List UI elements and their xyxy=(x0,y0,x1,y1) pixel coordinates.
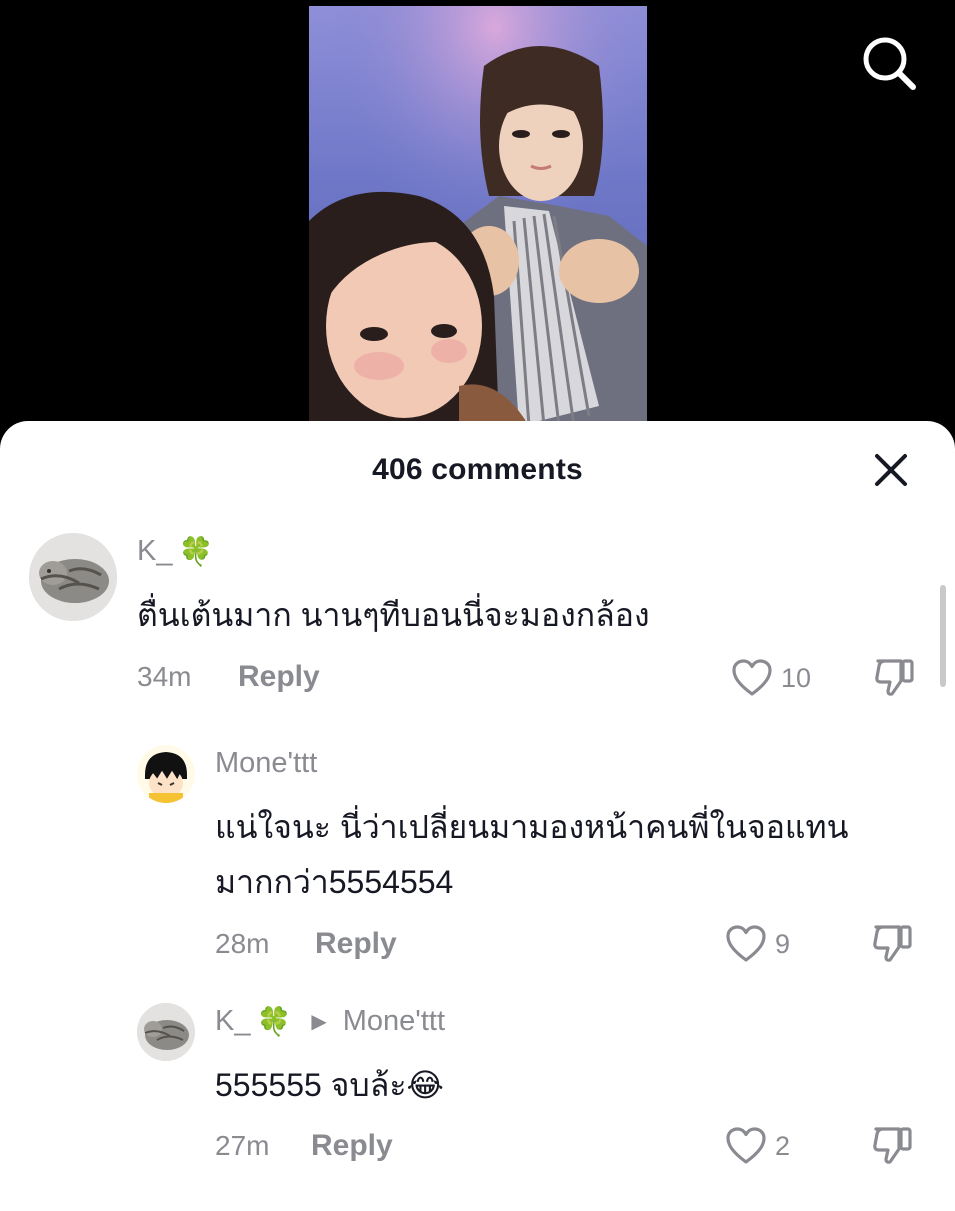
search-icon xyxy=(863,37,916,90)
comment-text: 555555 จบล้ะ😂 xyxy=(215,1067,444,1103)
like-count: 10 xyxy=(781,662,812,693)
video-thumbnail[interactable] xyxy=(309,6,647,426)
cat-avatar-image xyxy=(29,533,117,621)
search-button[interactable] xyxy=(858,32,918,92)
avatar[interactable] xyxy=(137,1003,195,1061)
comments-sheet: 406 comments K_ 🍀 ตื่นเต้นมาก นานๆทีบอนน… xyxy=(0,421,955,1211)
dislike-button[interactable] xyxy=(873,657,917,702)
comment-username[interactable]: K_ 🍀 xyxy=(137,535,213,568)
comment-text-line-1: แน่ใจนะ นี่ว่าเปลี่ยนมามองหน้าคนพี่ในจอแ… xyxy=(215,809,849,845)
avatar[interactable] xyxy=(137,745,195,803)
dislike-button[interactable] xyxy=(871,1125,915,1170)
like-button[interactable]: 9 xyxy=(725,925,790,963)
clover-emoji: 🍀 xyxy=(256,1006,292,1037)
comment-time: 34m xyxy=(137,661,192,692)
like-count: 9 xyxy=(775,928,791,959)
heart-icon xyxy=(726,925,766,962)
scrollbar[interactable] xyxy=(940,585,946,687)
like-button[interactable]: 10 xyxy=(731,659,811,697)
reply-button[interactable]: Reply xyxy=(315,927,397,961)
reply-to-username[interactable]: Mone'ttt xyxy=(343,1005,445,1038)
comment-time: 27m xyxy=(215,1130,270,1161)
comments-count-title: 406 comments xyxy=(372,453,583,486)
thumbs-down-icon xyxy=(873,925,912,962)
close-icon xyxy=(875,454,907,486)
heart-icon xyxy=(732,659,772,696)
comment-text: ตื่นเต้นมาก นานๆทีบอนนี่จะมองกล้อง xyxy=(137,597,650,633)
cat-avatar-image xyxy=(137,1003,195,1061)
thumbs-down-icon xyxy=(873,1127,912,1164)
username-text: Mone'ttt xyxy=(215,747,318,779)
like-button[interactable]: 2 xyxy=(725,1127,790,1165)
thumbs-down-icon xyxy=(875,659,914,696)
reply-button[interactable]: Reply xyxy=(311,1129,393,1163)
clover-emoji: 🍀 xyxy=(178,536,214,567)
comment-username[interactable]: Mone'ttt xyxy=(215,747,317,780)
video-frame-image xyxy=(309,6,647,426)
close-button[interactable] xyxy=(866,445,916,495)
cartoon-avatar-image xyxy=(137,745,195,803)
like-count: 2 xyxy=(775,1130,791,1161)
username-text: K_ xyxy=(137,535,173,567)
comment-time: 28m xyxy=(215,928,270,959)
dislike-button[interactable] xyxy=(871,923,915,968)
video-area xyxy=(0,0,955,440)
comment-text-line-2: มากกว่า5554554 xyxy=(215,864,454,900)
comment-username[interactable]: K_ 🍀 ▶ Mone'ttt xyxy=(215,1005,445,1038)
username-text: K_ xyxy=(215,1005,251,1037)
reply-button[interactable]: Reply xyxy=(238,660,320,694)
reply-to-arrow-icon: ▶ xyxy=(311,1011,327,1033)
avatar[interactable] xyxy=(29,533,117,621)
heart-icon xyxy=(726,1127,766,1164)
